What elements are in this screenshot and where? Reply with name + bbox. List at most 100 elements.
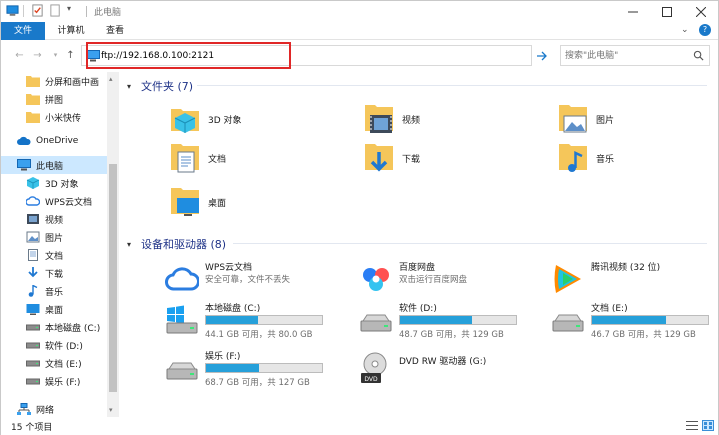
drive-icon (26, 342, 40, 349)
search-input[interactable] (565, 48, 685, 64)
window-title: 此电脑 (94, 8, 122, 18)
picture-folder-icon (559, 105, 587, 133)
tab-view[interactable]: 查看 (97, 22, 133, 40)
drive-e-usage-bar (591, 315, 709, 325)
computer-icon (6, 5, 19, 16)
new-folder-icon[interactable] (49, 4, 62, 17)
sidebar-item-onedrive[interactable]: OneDrive (1, 132, 107, 150)
drive-icon (360, 314, 392, 332)
folders-section-header[interactable]: ▾ 文件夹 (7) (127, 78, 717, 94)
device-item-wps-cloud[interactable]: WPS云文档 安全可靠，文件不丢失 (165, 260, 340, 300)
baidu-netdisk-icon (363, 268, 389, 291)
help-icon[interactable]: ? (699, 24, 711, 36)
forward-button[interactable]: → (31, 49, 44, 62)
folder-icon (26, 94, 40, 105)
sidebar-item-music[interactable]: 音乐 (1, 282, 107, 300)
drive-icon (26, 324, 40, 331)
search-box[interactable] (560, 45, 710, 66)
folder-item-3d-objects[interactable]: 3D 对象 (167, 99, 242, 139)
drive-item-e[interactable]: 文档 (E:) 46.7 GB 可用，共 129 GB (551, 301, 719, 341)
devices-section-header[interactable]: ▾ 设备和驱动器 (8) (127, 236, 717, 252)
sidebar-item-drive-e[interactable]: 文档 (E:) (1, 354, 107, 372)
sidebar-item-3d-objects[interactable]: 3D 对象 (1, 174, 107, 192)
explorer-window: ▾ 此电脑 文件 计算机 查看 ⌄ ? ← → ▾ ↑ ▾ 分屏和画中画 (0, 0, 719, 435)
folder-item-documents[interactable]: 文档 (167, 138, 226, 178)
content-pane: ▾ 文件夹 (7) 3D 对象 视频 图片 文档 下载 音乐 桌面 ▾ 设备和驱… (119, 72, 718, 417)
minimize-button[interactable] (616, 1, 650, 22)
minimize-icon (628, 11, 638, 12)
usage-fill (206, 364, 260, 372)
folder-item-downloads[interactable]: 下载 (361, 138, 420, 178)
sidebar-item-wps-cloud[interactable]: WPS云文档 (1, 192, 107, 210)
item-count: 15 个项目 (11, 423, 53, 433)
sidebar-item-drive-c[interactable]: 本地磁盘 (C:) (1, 318, 107, 336)
ribbon-expand-icon[interactable]: ⌄ (681, 25, 689, 35)
drive-icon (26, 378, 40, 385)
maximize-button[interactable] (650, 1, 684, 22)
music-icon (28, 285, 38, 297)
qat-dropdown-icon[interactable]: ▾ (67, 4, 71, 13)
usage-fill (206, 316, 259, 324)
large-icons-view-icon[interactable] (702, 420, 714, 431)
drive-icon (26, 360, 40, 367)
usage-fill (592, 316, 667, 324)
go-arrow-icon[interactable] (536, 50, 548, 62)
close-icon (696, 6, 706, 17)
drive-item-d[interactable]: 软件 (D:) 48.7 GB 可用，共 129 GB (359, 301, 534, 341)
sidebar-scrollbar[interactable]: ▴ ▾ (107, 72, 119, 417)
dvd-drive-icon: DVD (361, 352, 387, 383)
folder-item-pictures[interactable]: 图片 (555, 99, 614, 139)
drive-f-usage-bar (205, 363, 323, 373)
drive-item-dvd[interactable]: DVD DVD RW 驱动器 (G:) (359, 349, 534, 389)
back-button[interactable]: ← (13, 49, 26, 62)
tab-computer[interactable]: 计算机 (49, 22, 93, 40)
collapse-chevron-icon[interactable]: ▾ (127, 240, 137, 249)
folder-item-desktop[interactable]: 桌面 (167, 182, 226, 222)
search-icon[interactable] (693, 50, 704, 61)
sidebar-scroll-thumb[interactable] (109, 164, 117, 392)
section-divider (197, 85, 707, 86)
tencent-video-icon (554, 265, 581, 293)
tab-file[interactable]: 文件 (1, 22, 45, 40)
collapse-chevron-icon[interactable]: ▾ (127, 82, 137, 91)
sidebar-item-drive-f[interactable]: 娱乐 (F:) (1, 372, 107, 390)
scroll-up-icon[interactable]: ▴ (109, 75, 113, 83)
device-item-baidu-netdisk[interactable]: 百度网盘 双击运行百度网盘 (359, 260, 534, 300)
folder-item-videos[interactable]: 视频 (361, 99, 420, 139)
desktop-icon (26, 304, 40, 315)
sidebar-item-puzzle[interactable]: 拼图 (1, 90, 107, 108)
up-button[interactable]: ↑ (64, 49, 77, 62)
drive-item-f[interactable]: 娱乐 (F:) 68.7 GB 可用，共 127 GB (165, 349, 340, 389)
sidebar-item-desktop[interactable]: 桌面 (1, 300, 107, 318)
sidebar-item-videos[interactable]: 视频 (1, 210, 107, 228)
address-highlight-box (86, 42, 291, 69)
usage-fill (400, 316, 472, 324)
scroll-down-icon[interactable]: ▾ (109, 406, 113, 414)
sidebar-item-mi-drop[interactable]: 小米快传 (1, 108, 107, 126)
close-button[interactable] (684, 1, 718, 22)
sidebar-item-drive-d[interactable]: 软件 (D:) (1, 336, 107, 354)
sidebar-item-downloads[interactable]: 下载 (1, 264, 107, 282)
drive-item-c[interactable]: 本地磁盘 (C:) 44.1 GB 可用，共 80.0 GB (165, 301, 340, 341)
folder-item-music[interactable]: 音乐 (555, 138, 614, 178)
cube-icon (26, 177, 40, 189)
sidebar-item-this-pc[interactable]: 此电脑 (1, 156, 107, 174)
computer-icon (17, 159, 31, 171)
drive-icon (166, 362, 198, 380)
drive-d-usage-bar (399, 315, 517, 325)
cube-folder-icon (171, 109, 199, 133)
ribbon-tabs: 文件 计算机 查看 ⌄ ? (1, 22, 718, 40)
properties-icon[interactable] (31, 4, 44, 17)
folder-icon (26, 76, 40, 87)
sidebar-item-documents[interactable]: 文档 (1, 246, 107, 264)
section-divider (233, 243, 707, 244)
windows-drive-icon (166, 305, 198, 334)
qat-divider (23, 5, 24, 17)
sidebar-item-network[interactable]: 网络 (1, 400, 107, 417)
sidebar-item-split-screen[interactable]: 分屏和画中画 (1, 72, 107, 90)
svg-text:DVD: DVD (364, 376, 378, 383)
details-view-icon[interactable] (686, 420, 698, 431)
sidebar-item-pictures[interactable]: 图片 (1, 228, 107, 246)
device-item-tencent-video[interactable]: 腾讯视频 (32 位) (551, 260, 719, 300)
recent-dropdown-icon[interactable]: ▾ (49, 49, 62, 62)
